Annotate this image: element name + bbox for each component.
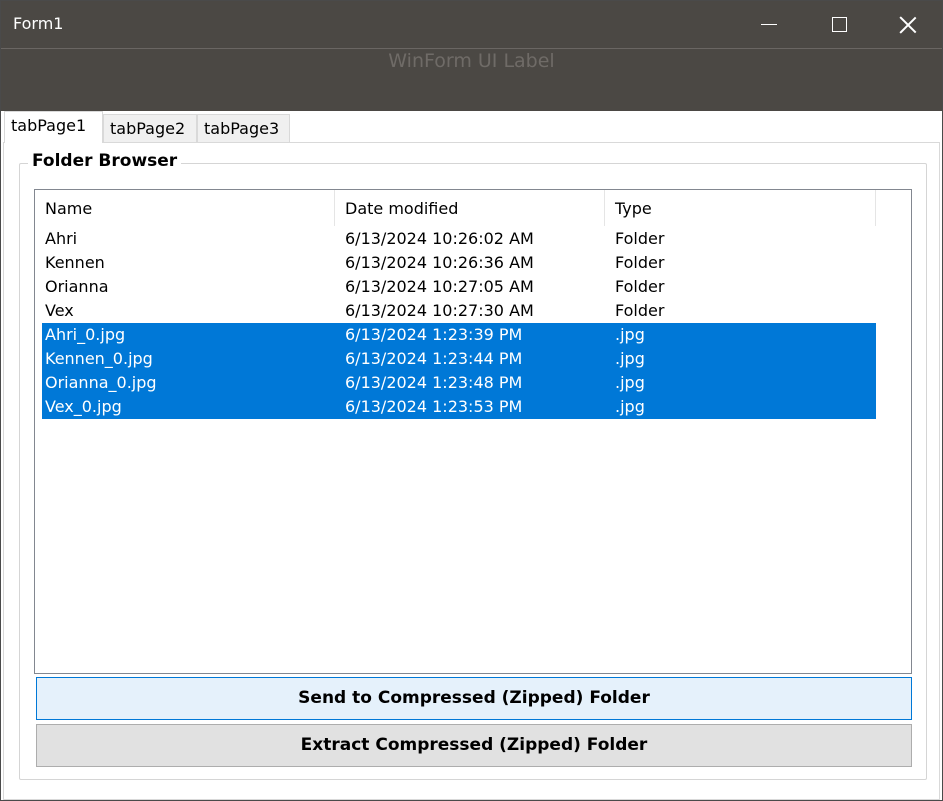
header-label: WinForm UI Label bbox=[388, 50, 555, 72]
item-type: .jpg bbox=[615, 349, 645, 368]
maximize-icon bbox=[831, 17, 847, 32]
folder-browser-group: Folder Browser Name Date modified Type A… bbox=[19, 151, 927, 780]
item-name: Vex bbox=[45, 301, 74, 320]
item-name: Orianna_0.jpg bbox=[45, 373, 157, 392]
column-header-type[interactable]: Type bbox=[605, 190, 876, 226]
item-date: 6/13/2024 10:27:05 AM bbox=[345, 277, 534, 296]
group-title: Folder Browser bbox=[28, 151, 182, 171]
list-item[interactable]: Vex 6/13/2024 10:27:30 AM Folder bbox=[42, 299, 876, 323]
minimize-icon bbox=[761, 24, 777, 25]
list-header: Name Date modified Type bbox=[35, 190, 911, 226]
list-item-selected[interactable]: Kennen_0.jpg 6/13/2024 1:23:44 PM .jpg bbox=[42, 347, 876, 371]
header-panel: WinForm UI Label bbox=[1, 48, 942, 111]
list-item-selected[interactable]: Orianna_0.jpg 6/13/2024 1:23:48 PM .jpg bbox=[42, 371, 876, 395]
tab-page3[interactable]: tabPage3 bbox=[197, 114, 290, 142]
column-header-date-modified[interactable]: Date modified bbox=[335, 190, 605, 226]
list-item[interactable]: Kennen 6/13/2024 10:26:36 AM Folder bbox=[42, 251, 876, 275]
item-name: Vex_0.jpg bbox=[45, 397, 122, 416]
tab-page2[interactable]: tabPage2 bbox=[103, 114, 197, 142]
item-date: 6/13/2024 1:23:39 PM bbox=[345, 325, 523, 344]
item-type: .jpg bbox=[615, 373, 645, 392]
item-name: Ahri_0.jpg bbox=[45, 325, 126, 344]
item-date: 6/13/2024 1:23:48 PM bbox=[345, 373, 523, 392]
extract-zip-button[interactable]: Extract Compressed (Zipped) Folder bbox=[36, 724, 912, 767]
item-type: .jpg bbox=[615, 325, 645, 344]
list-item-selected[interactable]: Vex_0.jpg 6/13/2024 1:23:53 PM .jpg bbox=[42, 395, 876, 419]
item-name: Kennen bbox=[45, 253, 105, 272]
send-to-zip-button[interactable]: Send to Compressed (Zipped) Folder bbox=[36, 677, 912, 720]
tab-strip: tabPage1 tabPage2 tabPage3 bbox=[1, 111, 942, 143]
item-type: Folder bbox=[615, 229, 665, 248]
item-date: 6/13/2024 10:27:30 AM bbox=[345, 301, 534, 320]
minimize-button[interactable] bbox=[734, 1, 804, 48]
column-header-name[interactable]: Name bbox=[35, 190, 335, 226]
window-title: Form1 bbox=[13, 14, 64, 33]
item-type: Folder bbox=[615, 301, 665, 320]
item-date: 6/13/2024 1:23:53 PM bbox=[345, 397, 523, 416]
list-item-selected[interactable]: Ahri_0.jpg 6/13/2024 1:23:39 PM .jpg bbox=[42, 323, 876, 347]
item-date: 6/13/2024 10:26:36 AM bbox=[345, 253, 534, 272]
item-name: Ahri bbox=[45, 229, 78, 248]
item-name: Kennen_0.jpg bbox=[45, 349, 153, 368]
list-rows: Ahri 6/13/2024 10:26:02 AM Folder Kennen… bbox=[42, 227, 876, 419]
close-button[interactable] bbox=[873, 1, 942, 48]
title-bar[interactable]: Form1 bbox=[1, 1, 942, 48]
app-window: Form1 WinForm UI Label tabPage1 tabPage2… bbox=[0, 0, 943, 801]
item-name: Orianna bbox=[45, 277, 109, 296]
maximize-button[interactable] bbox=[804, 1, 874, 48]
item-type: Folder bbox=[615, 253, 665, 272]
tab-page1[interactable]: tabPage1 bbox=[4, 111, 103, 143]
item-type: .jpg bbox=[615, 397, 645, 416]
item-date: 6/13/2024 10:26:02 AM bbox=[345, 229, 534, 248]
close-icon bbox=[899, 16, 917, 34]
list-item[interactable]: Orianna 6/13/2024 10:27:05 AM Folder bbox=[42, 275, 876, 299]
tab-page-content: Folder Browser Name Date modified Type A… bbox=[3, 142, 940, 800]
file-list-view[interactable]: Name Date modified Type Ahri 6/13/2024 1… bbox=[34, 189, 912, 674]
item-type: Folder bbox=[615, 277, 665, 296]
item-date: 6/13/2024 1:23:44 PM bbox=[345, 349, 523, 368]
list-item[interactable]: Ahri 6/13/2024 10:26:02 AM Folder bbox=[42, 227, 876, 251]
